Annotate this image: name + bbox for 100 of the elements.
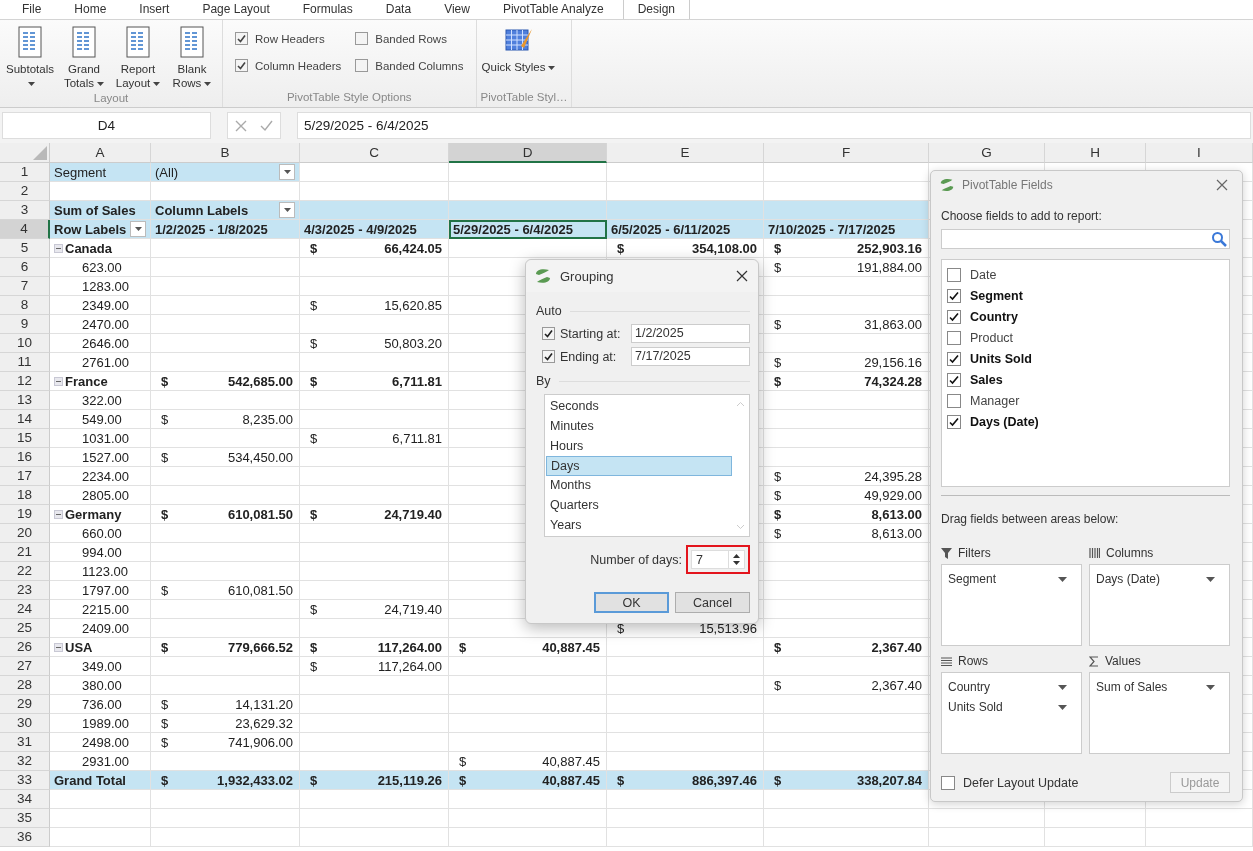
table-cell[interactable]: $ 49,929.00 [764, 486, 929, 505]
close-icon[interactable] [736, 270, 748, 282]
table-cell[interactable] [300, 163, 449, 182]
table-cell[interactable]: $ 29,156.16 [764, 353, 929, 372]
table-cell[interactable]: 2470.00 [50, 315, 151, 334]
search-icon[interactable] [1211, 231, 1227, 247]
table-cell[interactable] [607, 201, 764, 220]
table-cell[interactable] [300, 258, 449, 277]
table-cell[interactable]: $ 779,666.52 [151, 638, 300, 657]
table-cell[interactable]: 6/5/2025 - 6/11/2025 [607, 220, 764, 239]
table-cell[interactable]: Germany [50, 505, 151, 524]
table-cell[interactable]: 994.00 [50, 543, 151, 562]
list-item[interactable]: Days [546, 456, 732, 477]
row-header[interactable]: 5 [0, 239, 50, 258]
table-cell[interactable] [151, 600, 300, 619]
table-cell[interactable]: 2761.00 [50, 353, 151, 372]
table-cell[interactable] [607, 638, 764, 657]
table-cell[interactable] [449, 695, 607, 714]
collapse-icon[interactable] [54, 376, 63, 386]
table-cell[interactable] [300, 467, 449, 486]
style-option-checkbox[interactable]: Banded Rows [355, 32, 464, 45]
table-cell[interactable]: $ 8,613.00 [764, 524, 929, 543]
row-header[interactable]: 23 [0, 581, 50, 600]
ribbon-button[interactable]: Subtotals [4, 24, 56, 92]
table-cell[interactable] [449, 809, 607, 828]
row-header[interactable]: 28 [0, 676, 50, 695]
table-cell[interactable] [300, 410, 449, 429]
table-cell[interactable] [764, 277, 929, 296]
ribbon-button[interactable]: Blank Rows [166, 24, 218, 92]
row-header[interactable]: 4 [0, 220, 50, 239]
table-cell[interactable]: 2498.00 [50, 733, 151, 752]
row-header[interactable]: 22 [0, 562, 50, 581]
column-header[interactable]: A [50, 143, 151, 163]
table-cell[interactable] [300, 391, 449, 410]
table-cell[interactable]: 322.00 [50, 391, 151, 410]
table-cell[interactable] [764, 600, 929, 619]
table-cell[interactable]: Segment [50, 163, 151, 182]
table-cell[interactable]: $ 534,450.00 [151, 448, 300, 467]
table-cell[interactable]: $ 40,887.45 [449, 638, 607, 657]
list-item[interactable]: Seconds [546, 397, 732, 417]
table-cell[interactable] [300, 828, 449, 847]
spin-up-icon[interactable] [733, 554, 740, 558]
table-cell[interactable] [151, 619, 300, 638]
style-option-checkbox[interactable]: Banded Columns [355, 59, 464, 72]
table-cell[interactable]: Canada [50, 239, 151, 258]
table-cell[interactable] [151, 353, 300, 372]
table-cell[interactable]: $ 886,397.46 [607, 771, 764, 790]
table-cell[interactable] [764, 163, 929, 182]
row-header[interactable]: 27 [0, 657, 50, 676]
table-cell[interactable] [764, 657, 929, 676]
field-checkbox[interactable]: Units Sold [947, 348, 1229, 369]
table-cell[interactable] [300, 676, 449, 695]
table-cell[interactable]: $ 50,803.20 [300, 334, 449, 353]
row-header[interactable]: 13 [0, 391, 50, 410]
date-field[interactable]: 1/2/2025 [631, 324, 750, 343]
table-cell[interactable] [1045, 828, 1146, 847]
table-cell[interactable] [607, 790, 764, 809]
table-cell[interactable] [300, 201, 449, 220]
table-cell[interactable] [300, 353, 449, 372]
table-cell[interactable]: 380.00 [50, 676, 151, 695]
table-cell[interactable] [449, 676, 607, 695]
filter-dropdown[interactable] [279, 164, 295, 180]
table-cell[interactable]: $ 610,081.50 [151, 505, 300, 524]
bound-checkbox[interactable]: Ending at: [542, 349, 617, 364]
row-header[interactable]: 2 [0, 182, 50, 201]
days-spinner[interactable]: 7 [691, 550, 745, 569]
collapse-icon[interactable] [54, 509, 63, 519]
table-cell[interactable] [764, 733, 929, 752]
ok-button[interactable]: OK [594, 592, 669, 613]
field-checkbox[interactable]: Date [947, 264, 1229, 285]
table-cell[interactable] [50, 828, 151, 847]
spin-down-icon[interactable] [733, 561, 740, 565]
table-cell[interactable] [300, 619, 449, 638]
table-cell[interactable]: $ 741,906.00 [151, 733, 300, 752]
table-cell[interactable] [151, 467, 300, 486]
table-cell[interactable] [300, 733, 449, 752]
table-cell[interactable]: $ 542,685.00 [151, 372, 300, 391]
confirm-icon[interactable] [260, 119, 274, 132]
row-header[interactable]: 14 [0, 410, 50, 429]
table-cell[interactable]: $ 2,367.40 [764, 676, 929, 695]
table-cell[interactable]: $ 354,108.00 [607, 239, 764, 258]
table-cell[interactable]: $ 117,264.00 [300, 657, 449, 676]
table-cell[interactable] [151, 239, 300, 258]
table-cell[interactable] [300, 543, 449, 562]
table-cell[interactable] [1146, 828, 1253, 847]
row-header[interactable]: 10 [0, 334, 50, 353]
table-cell[interactable]: 2805.00 [50, 486, 151, 505]
table-cell[interactable] [764, 562, 929, 581]
table-cell[interactable] [449, 828, 607, 847]
row-header[interactable]: 6 [0, 258, 50, 277]
table-cell[interactable]: $ 610,081.50 [151, 581, 300, 600]
ribbon-tab[interactable]: File [8, 0, 56, 19]
table-cell[interactable]: France [50, 372, 151, 391]
row-header[interactable]: 12 [0, 372, 50, 391]
area-field-item[interactable]: Units Sold [948, 697, 1075, 717]
table-cell[interactable] [151, 543, 300, 562]
table-cell[interactable]: 7/10/2025 - 7/17/2025 [764, 220, 929, 239]
table-cell[interactable] [764, 828, 929, 847]
row-header[interactable]: 33 [0, 771, 50, 790]
table-cell[interactable]: $ 6,711.81 [300, 372, 449, 391]
